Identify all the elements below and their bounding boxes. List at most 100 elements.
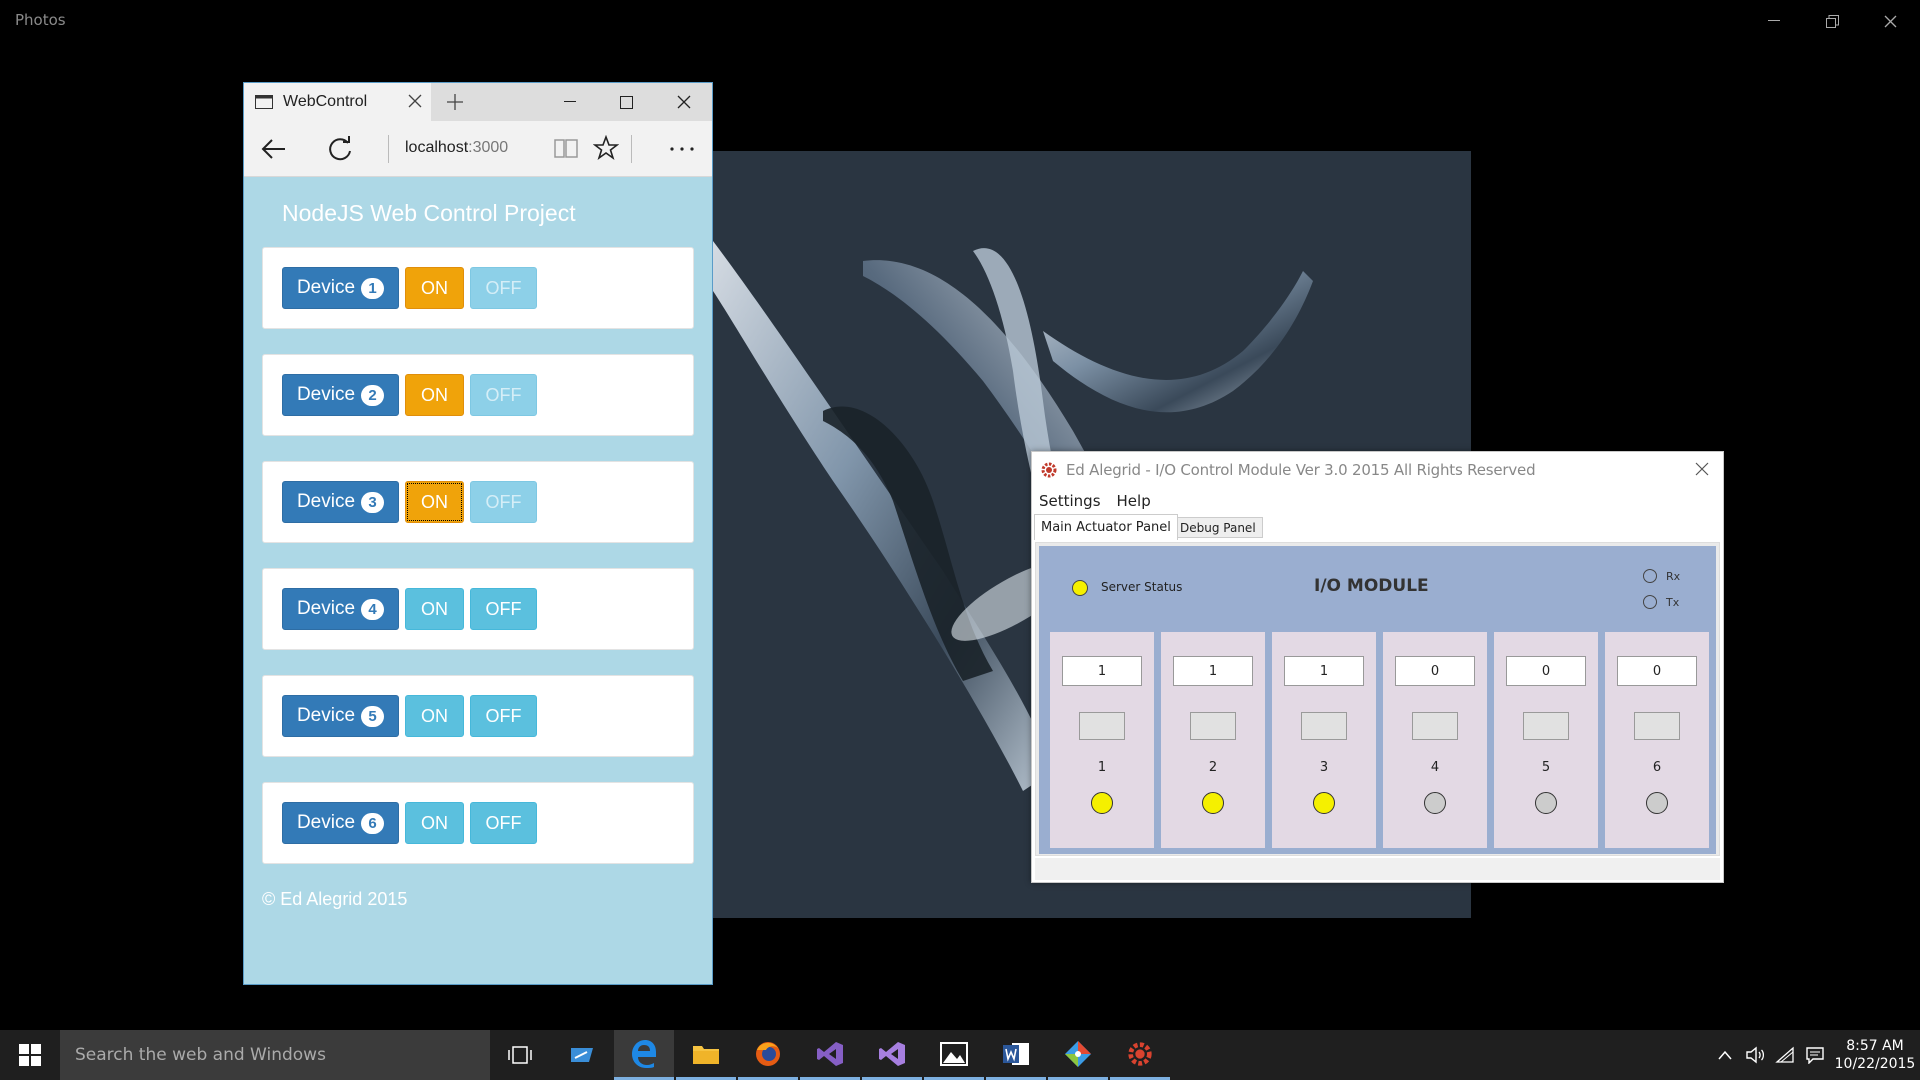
device-label: Device — [296, 705, 356, 726]
device-button[interactable]: Device 4 — [282, 588, 399, 630]
browser-tab-bar: WebControl — [244, 83, 712, 121]
photos-close-button[interactable] — [1862, 4, 1918, 38]
network-button[interactable] — [1770, 1030, 1800, 1080]
browser-maximize-button[interactable] — [598, 83, 655, 121]
clock-time: 8:57 AM — [1846, 1038, 1904, 1054]
taskbar-file-explorer[interactable] — [676, 1030, 736, 1080]
device-button[interactable]: Device 5 — [282, 695, 399, 737]
tab-title: WebControl — [283, 93, 368, 110]
channel-value-field[interactable]: 0 — [1617, 656, 1697, 686]
device-number-badge: 1 — [361, 277, 385, 299]
channel-toggle-button[interactable] — [1301, 712, 1347, 740]
tab-debug-panel[interactable]: Debug Panel — [1173, 517, 1263, 538]
device-number-badge: 6 — [361, 812, 385, 834]
channel-number: 4 — [1430, 760, 1440, 775]
task-view-button[interactable] — [490, 1030, 550, 1080]
search-placeholder: Search the web and Windows — [75, 1045, 326, 1065]
device-button[interactable]: Device 1 — [282, 267, 399, 309]
device-card: Device 3 ON OFF — [262, 461, 694, 543]
device-off-button[interactable]: OFF — [470, 481, 537, 523]
channel-panel: 0 4 — [1383, 632, 1487, 848]
taskbar-visual-studio-preview[interactable] — [862, 1030, 922, 1080]
device-off-button[interactable]: OFF — [470, 695, 537, 737]
channel-value-field[interactable]: 1 — [1284, 656, 1364, 686]
taskbar-io-control-module[interactable] — [1110, 1030, 1170, 1080]
favorite-star-icon[interactable] — [593, 135, 619, 161]
taskbar-search-box[interactable]: Search the web and Windows — [60, 1030, 490, 1080]
chevron-up-icon — [1718, 1050, 1732, 1060]
channel-panel: 0 6 — [1605, 632, 1709, 848]
nav-separator — [388, 135, 389, 163]
close-icon[interactable] — [1695, 462, 1709, 476]
channel-value-field[interactable]: 0 — [1506, 656, 1586, 686]
channel-value-field[interactable]: 1 — [1173, 656, 1253, 686]
volume-button[interactable] — [1740, 1030, 1770, 1080]
action-center-button[interactable] — [1800, 1030, 1830, 1080]
channel-led — [1091, 792, 1113, 814]
taskbar-edge[interactable] — [614, 1030, 674, 1080]
web-page: NodeJS Web Control Project Device 1 ON OF… — [244, 199, 712, 910]
channel-panel: 1 2 — [1161, 632, 1265, 848]
device-on-button[interactable]: ON — [405, 481, 464, 523]
channel-toggle-button[interactable] — [1412, 712, 1458, 740]
more-menu-icon[interactable] — [668, 135, 696, 163]
taskbar-visual-studio[interactable] — [800, 1030, 860, 1080]
device-label: Device — [296, 277, 356, 298]
device-on-button[interactable]: ON — [405, 588, 464, 630]
channel-value-field[interactable]: 0 — [1395, 656, 1475, 686]
tab-close-icon[interactable] — [407, 93, 423, 109]
io-status-bar — [1035, 858, 1720, 880]
reading-view-icon[interactable] — [553, 135, 579, 161]
device-on-button[interactable]: ON — [405, 374, 464, 416]
photos-app-title: Photos — [15, 11, 66, 29]
taskbar-git[interactable] — [1048, 1030, 1108, 1080]
photos-restore-button[interactable] — [1804, 4, 1860, 38]
taskbar-word[interactable] — [986, 1030, 1046, 1080]
device-off-button[interactable]: OFF — [470, 267, 537, 309]
channel-toggle-button[interactable] — [1523, 712, 1569, 740]
show-hidden-icons-button[interactable] — [1710, 1030, 1740, 1080]
channel-toggle-button[interactable] — [1634, 712, 1680, 740]
refresh-icon[interactable] — [326, 135, 354, 163]
browser-minimize-button[interactable] — [541, 83, 598, 121]
device-off-button[interactable]: OFF — [470, 588, 537, 630]
channel-value-field[interactable]: 1 — [1062, 656, 1142, 686]
device-on-button[interactable]: ON — [405, 695, 464, 737]
actuator-panel: Server Status I/O MODULE Rx Tx 1 1 1 2 1 — [1039, 546, 1716, 854]
device-label: Device — [296, 598, 356, 619]
device-button[interactable]: Device 2 — [282, 374, 399, 416]
device-off-button[interactable]: OFF — [470, 374, 537, 416]
tx-indicator — [1643, 595, 1657, 609]
taskbar-azure[interactable] — [552, 1030, 612, 1080]
new-tab-icon[interactable] — [444, 91, 466, 113]
back-arrow-icon[interactable] — [260, 135, 288, 163]
io-module-heading: I/O MODULE — [1314, 576, 1429, 596]
device-on-button[interactable]: ON — [405, 267, 464, 309]
channel-number: 3 — [1319, 760, 1329, 775]
device-button[interactable]: Device 3 — [282, 481, 399, 523]
device-off-button[interactable]: OFF — [470, 802, 537, 844]
channel-led — [1646, 792, 1668, 814]
channel-panel: 1 3 — [1272, 632, 1376, 848]
taskbar: Search the web and Windows 8:57 AM 10/22… — [0, 1030, 1920, 1080]
menu-help[interactable]: Help — [1117, 492, 1151, 510]
taskbar-photos[interactable] — [924, 1030, 984, 1080]
gear-icon — [1128, 1041, 1152, 1066]
device-on-button[interactable]: ON — [405, 802, 464, 844]
photos-minimize-button[interactable] — [1746, 4, 1802, 38]
device-button[interactable]: Device 6 — [282, 802, 399, 844]
address-bar[interactable]: localhost:3000 — [405, 139, 508, 157]
start-button[interactable] — [0, 1030, 60, 1080]
device-number-badge: 5 — [361, 705, 385, 727]
tab-main-actuator-panel[interactable]: Main Actuator Panel — [1034, 514, 1178, 540]
device-label: Device — [296, 384, 356, 405]
channel-toggle-button[interactable] — [1079, 712, 1125, 740]
device-card: Device 6 ON OFF — [262, 782, 694, 864]
browser-close-button[interactable] — [655, 83, 712, 121]
browser-tab[interactable]: WebControl — [244, 83, 431, 121]
taskbar-clock[interactable]: 8:57 AM 10/22/2015 — [1830, 1037, 1920, 1073]
taskbar-firefox[interactable] — [738, 1030, 798, 1080]
device-number-badge: 2 — [361, 384, 385, 406]
channel-toggle-button[interactable] — [1190, 712, 1236, 740]
menu-settings[interactable]: Settings — [1039, 492, 1101, 510]
